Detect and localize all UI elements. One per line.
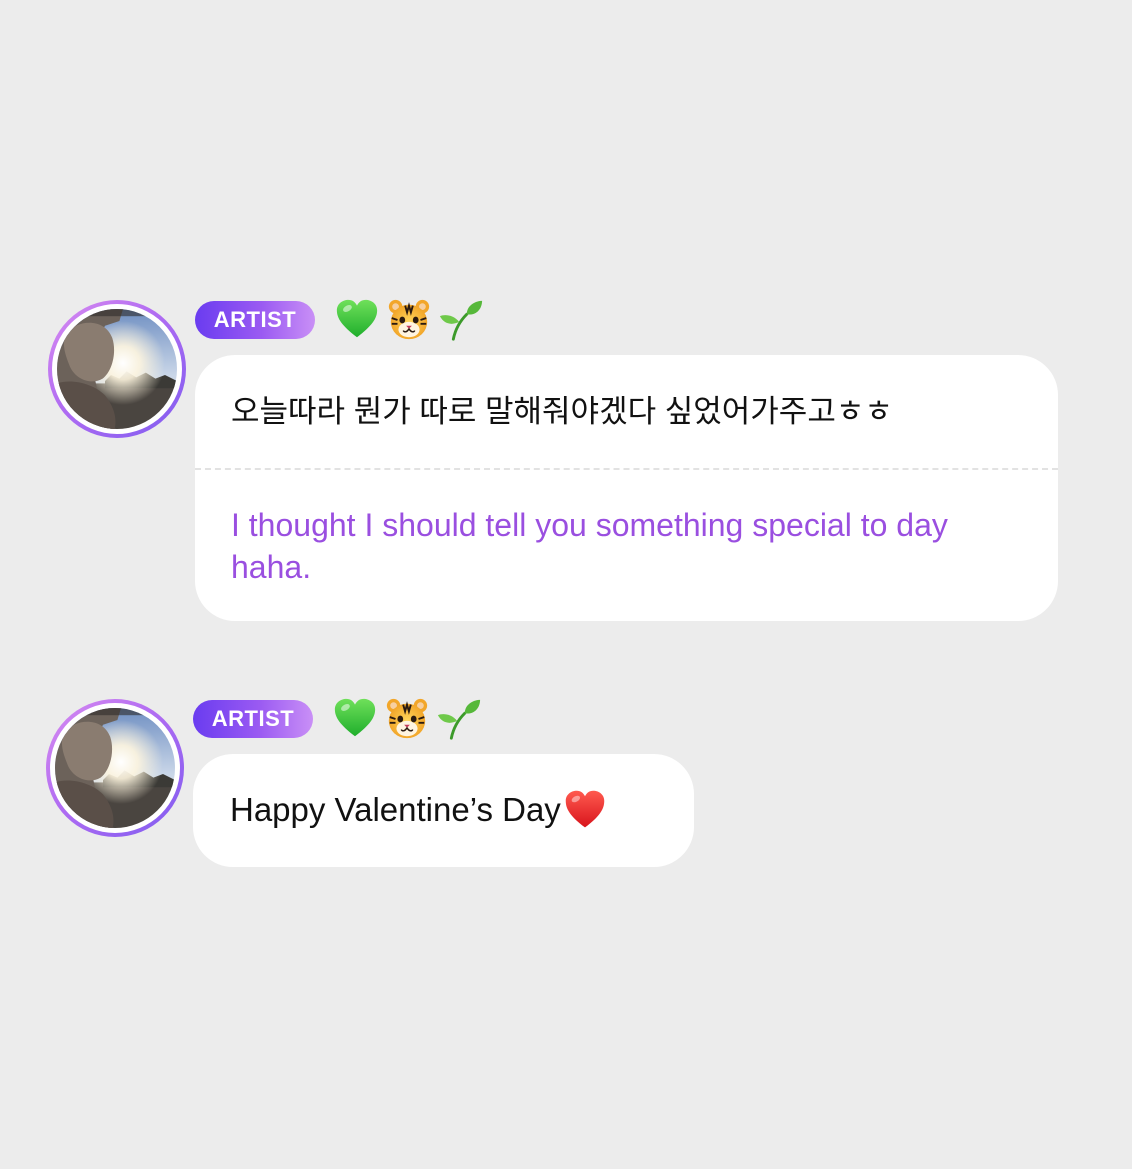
avatar-photo: [55, 708, 175, 828]
emoji-row: [334, 297, 484, 343]
green-heart-icon: [336, 299, 378, 338]
red-heart-icon: [565, 790, 605, 828]
artist-badge: ARTIST: [193, 700, 313, 738]
translation-divider: [195, 468, 1058, 470]
translation-text: I thought I should tell you something sp…: [231, 507, 948, 585]
seedling-icon: [437, 699, 481, 740]
avatar[interactable]: [48, 300, 186, 438]
green-heart-icon: [334, 698, 376, 737]
message-bubble[interactable]: 오늘따라 뭔가 따로 말해줘야겠다 싶었어가주고ㅎㅎ I thought I s…: [195, 355, 1058, 621]
avatar-photo: [57, 309, 177, 429]
tiger-face-icon: [388, 299, 430, 340]
avatar[interactable]: [46, 699, 184, 837]
avatar-frame: [50, 703, 180, 833]
avatar-frame: [52, 304, 182, 434]
tiger-face-icon: [386, 698, 428, 739]
emoji-row: [332, 696, 482, 742]
message-text: 오늘따라 뭔가 따로 말해줘야겠다 싶었어가주고ㅎㅎ: [231, 394, 893, 429]
message-bubble[interactable]: Happy Valentine’s Day: [193, 754, 694, 867]
seedling-icon: [439, 300, 483, 341]
message-text: Happy Valentine’s Day: [230, 791, 561, 828]
artist-badge: ARTIST: [195, 301, 315, 339]
message-text-row: Happy Valentine’s Day: [230, 788, 607, 832]
